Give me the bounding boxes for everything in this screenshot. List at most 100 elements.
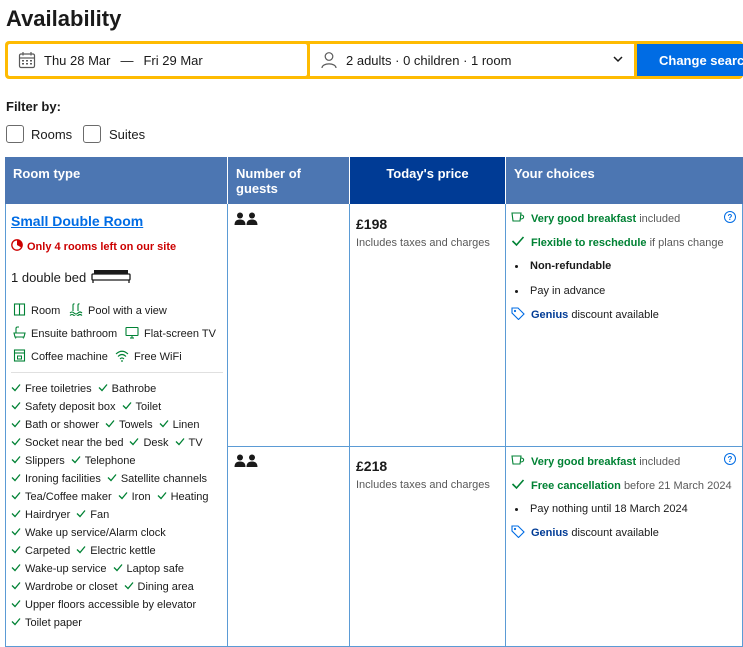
amenity-row: Wardrobe or closet Dining area [11, 581, 194, 593]
option-1-price: £198 [356, 216, 388, 232]
coffee-cup-icon [511, 211, 525, 226]
suites-checkbox[interactable] [83, 125, 101, 143]
amenity-row: Upper floors accessible by elevator [11, 599, 196, 611]
amenity-item: Satellite channels [120, 473, 208, 485]
amenity-row: Ironing facilities Satellite channels [11, 473, 207, 485]
facilities-divider [11, 372, 223, 373]
checkmark-icon [129, 437, 139, 449]
amenity-row: Slippers Telephone [11, 455, 136, 467]
checkmark-icon [105, 419, 115, 431]
checkmark-icon [98, 383, 108, 395]
amenity-item: Toilet [135, 401, 162, 413]
two-guests-icon [234, 212, 258, 231]
amenity-item: Wardrobe or closet [25, 581, 118, 593]
header-room-type: Room type [5, 157, 227, 204]
amenity-item: Heating [170, 491, 209, 503]
amenity-item: Ironing facilities [25, 473, 101, 485]
option-2-payment: Pay nothing until 18 March 2024 [511, 503, 688, 515]
checkmark-icon [11, 491, 21, 503]
checkmark-icon [76, 509, 86, 521]
amenity-item: Dining area [137, 581, 194, 593]
bullet-icon [515, 264, 518, 268]
checkmark-icon [71, 455, 81, 467]
checkmark-icon [11, 599, 21, 611]
change-search-button[interactable]: Change search [637, 44, 743, 76]
checkout-date: Fri 29 Mar [143, 52, 203, 68]
bullet-icon [515, 507, 518, 511]
occupancy-text: 2 adults · 0 children · 1 room [346, 52, 512, 68]
checkmark-icon [113, 563, 123, 575]
checkmark-icon [76, 545, 86, 557]
amenity-item: Socket near the bed [25, 437, 124, 449]
amenity-item: Wake-up service [25, 563, 107, 575]
amenity-row: Bath or shower Towels Linen [11, 419, 200, 431]
amenity-row: Hairdryer Fan [11, 509, 109, 521]
two-guests-icon [234, 454, 258, 473]
amenity-item: Bathrobe [111, 383, 157, 395]
facility-room: Room [13, 303, 60, 319]
amenity-item: Toilet paper [25, 617, 82, 629]
amenity-item: Fan [90, 509, 110, 521]
bullet-icon [515, 289, 518, 293]
checkmark-icon [157, 491, 167, 503]
scarcity-message: Only 4 rooms left on our site [11, 239, 176, 254]
rooms-checkbox-label[interactable]: Rooms [31, 127, 72, 142]
option-2-price: £218 [356, 458, 388, 474]
amenity-item: Bath or shower [25, 419, 99, 431]
checkmark-icon [11, 527, 21, 539]
amenity-item: Linen [172, 419, 200, 431]
amenity-row: Carpeted Electric kettle [11, 545, 156, 557]
person-icon [320, 51, 338, 69]
search-bar: Thu 28 Mar — Fri 29 Mar 2 adults · 0 chi… [5, 41, 743, 79]
checkmark-icon [118, 491, 128, 503]
checkmark-icon [11, 401, 21, 413]
checkmark-icon [11, 545, 21, 557]
option-2-price-note: Includes taxes and charges [356, 479, 490, 491]
availability-table: Room type Number of guests Today's price… [5, 157, 743, 647]
amenity-row: Socket near the bed Desk TV [11, 437, 203, 449]
filter-label: Filter by: [6, 99, 61, 114]
amenity-item: Electric kettle [90, 545, 156, 557]
amenity-item: Free toiletries [25, 383, 92, 395]
occupancy-selector[interactable]: 2 adults · 0 children · 1 room [310, 44, 634, 76]
bed-info: 1 double bed [11, 268, 131, 287]
room-name-link[interactable]: Small Double Room [11, 213, 143, 229]
amenity-item: Upper floors accessible by elevator [25, 599, 197, 611]
help-icon[interactable]: ? [724, 453, 736, 465]
amenity-row: Toilet paper [11, 617, 82, 629]
checkmark-icon [11, 455, 21, 467]
amenity-item: Towels [118, 419, 153, 431]
date-picker[interactable]: Thu 28 Mar — Fri 29 Mar [8, 44, 307, 76]
tag-icon [511, 525, 525, 541]
option-1-genius: Genius discount available [511, 307, 659, 323]
room-icon [13, 303, 26, 319]
checkmark-icon [124, 581, 134, 593]
amenity-item: Iron [131, 491, 151, 503]
coffee-machine-icon [13, 349, 26, 365]
help-icon[interactable]: ? [724, 211, 736, 223]
checkmark-icon [511, 235, 525, 250]
checkmark-icon [159, 419, 169, 431]
scarcity-text: Only 4 rooms left on our site [27, 240, 177, 253]
amenity-row: Tea/Coffee maker Iron Heating [11, 491, 209, 503]
facility-coffee-machine: Coffee machine [13, 349, 108, 365]
amenity-row: Safety deposit box Toilet [11, 401, 161, 413]
checkmark-icon [122, 401, 132, 413]
facility-free-wifi: Free WiFi [115, 349, 182, 365]
facility-flat-screen-tv: Flat-screen TV [125, 326, 216, 342]
suites-checkbox-label[interactable]: Suites [109, 127, 145, 142]
amenity-item: Tea/Coffee maker [25, 491, 112, 503]
checkmark-icon [175, 437, 185, 449]
checkmark-icon [11, 563, 21, 575]
amenity-item: Laptop safe [126, 563, 185, 575]
header-number-of-guests: Number of guests [228, 157, 349, 204]
amenity-item: Safety deposit box [25, 401, 116, 413]
coffee-cup-icon [511, 454, 525, 469]
facility-ensuite-bathroom: Ensuite bathroom [13, 326, 117, 342]
option-2-genius: Genius discount available [511, 525, 659, 541]
amenity-row: Wake-up service Laptop safe [11, 563, 184, 575]
checkmark-icon [11, 617, 21, 629]
rooms-checkbox[interactable] [6, 125, 24, 143]
checkmark-icon [11, 581, 21, 593]
amenity-item: Hairdryer [25, 509, 71, 521]
